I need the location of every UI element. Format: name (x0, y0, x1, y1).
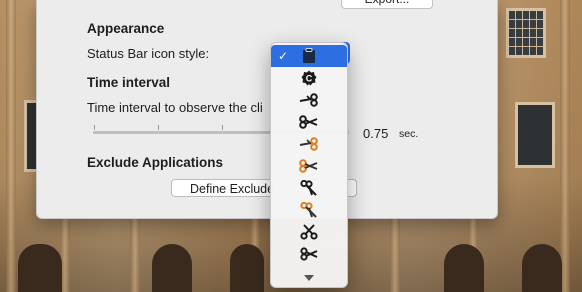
slider-tick (158, 125, 159, 130)
slider-tick (94, 125, 95, 130)
checkmark-icon: ✓ (278, 49, 289, 63)
menu-item-scissors-orange[interactable] (271, 133, 347, 155)
scissors-small-icon (300, 247, 318, 261)
menu-item-scissors-diagonal[interactable] (271, 177, 347, 199)
background-door (230, 244, 264, 292)
icon-style-menu: ✓ C (270, 42, 348, 288)
background-window (506, 8, 546, 58)
scissors-vertical-icon (300, 224, 318, 240)
menu-item-scissors-small[interactable] (271, 243, 347, 265)
clipboard-icon (302, 48, 316, 64)
menu-item-scissors-orange-open[interactable] (271, 155, 347, 177)
menu-item-c-gear[interactable]: C (271, 67, 347, 89)
scissors-orange-diagonal-icon (300, 202, 318, 218)
menu-item-clipboard[interactable]: ✓ (271, 45, 347, 67)
exclude-heading: Exclude Applications (87, 155, 224, 170)
menu-item-scissors[interactable] (271, 89, 347, 111)
slider-value: 0.75 (363, 126, 389, 141)
scissors-diagonal-icon (300, 180, 318, 196)
appearance-heading: Appearance (87, 21, 165, 36)
time-interval-description: Time interval to observe the cli (87, 100, 263, 115)
menu-item-scissors-open[interactable] (271, 111, 347, 133)
c-gear-icon: C (301, 70, 317, 86)
preferences-window: Export... Appearance Status Bar icon sty… (36, 0, 498, 219)
icon-style-label: Status Bar icon style: (87, 46, 210, 61)
background-door (152, 244, 192, 292)
export-button[interactable]: Export... (341, 0, 433, 9)
background-door (18, 244, 62, 292)
slider-tick (222, 125, 223, 130)
scissors-icon (299, 93, 319, 107)
background-door (444, 244, 484, 292)
background-column (6, 0, 16, 292)
slider-unit: sec. (399, 128, 419, 140)
scissors-orange-open-icon (299, 159, 319, 173)
background-window (515, 102, 555, 168)
background-column (560, 0, 570, 292)
scissors-open-icon (299, 115, 319, 129)
time-interval-heading: Time interval (87, 75, 171, 90)
background-door (522, 244, 562, 292)
scissors-orange-icon (299, 137, 319, 151)
scroll-down-arrow-icon[interactable] (304, 275, 314, 281)
svg-text:C: C (306, 74, 313, 84)
menu-item-scissors-orange-diagonal[interactable] (271, 199, 347, 221)
menu-item-scissors-vertical[interactable] (271, 221, 347, 243)
